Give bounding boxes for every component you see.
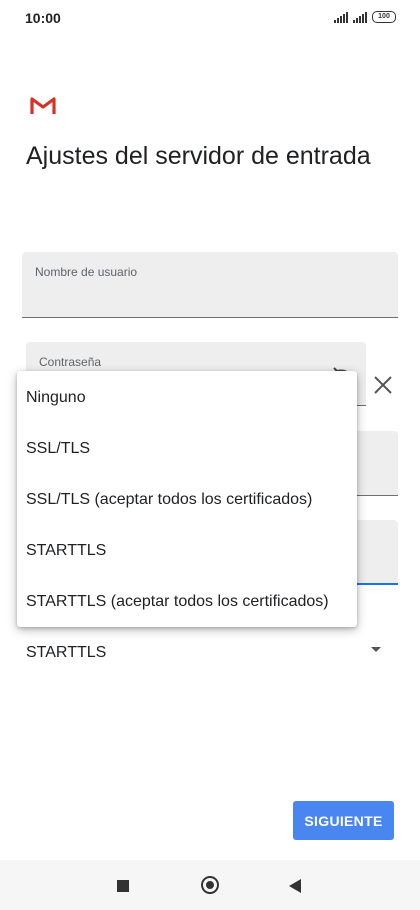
username-label: Nombre de usuario xyxy=(35,265,138,279)
password-label: Contraseña xyxy=(39,355,102,369)
caret-down-icon xyxy=(371,647,381,652)
dropdown-option-ssl-tls[interactable]: SSL/TLS xyxy=(26,440,90,458)
page-title: Ajustes del servidor de entrada xyxy=(26,142,371,170)
next-button[interactable]: SIGUIENTE xyxy=(293,801,394,840)
navigation-bar xyxy=(0,860,420,910)
recents-icon[interactable] xyxy=(117,880,129,892)
status-time: 10:00 xyxy=(25,10,61,26)
status-icons: 100 xyxy=(334,11,396,23)
dropdown-option-ssl-tls-accept-all[interactable]: SSL/TLS (aceptar todos los certificados) xyxy=(26,491,312,509)
battery-icon: 100 xyxy=(372,11,396,23)
signal-icon-2 xyxy=(353,11,367,23)
security-dropdown-menu: Ninguno SSL/TLS SSL/TLS (aceptar todos l… xyxy=(17,371,357,627)
status-bar: 10:00 100 xyxy=(0,0,420,36)
dropdown-option-starttls-accept-all[interactable]: STARTTLS (aceptar todos los certificados… xyxy=(26,593,329,611)
gmail-logo-icon xyxy=(30,97,56,114)
dropdown-option-ninguno[interactable]: Ninguno xyxy=(26,389,86,407)
security-select[interactable]: STARTTLS xyxy=(26,636,386,672)
home-icon[interactable] xyxy=(201,876,219,894)
close-icon[interactable] xyxy=(372,374,394,396)
back-icon[interactable] xyxy=(289,879,301,893)
screen: 10:00 100 Ajustes del servidor de entrad… xyxy=(0,0,420,910)
dropdown-option-starttls[interactable]: STARTTLS xyxy=(26,542,106,560)
username-field[interactable]: Nombre de usuario xyxy=(22,252,398,318)
signal-icon xyxy=(334,11,348,23)
security-selected-value: STARTTLS xyxy=(26,644,107,661)
